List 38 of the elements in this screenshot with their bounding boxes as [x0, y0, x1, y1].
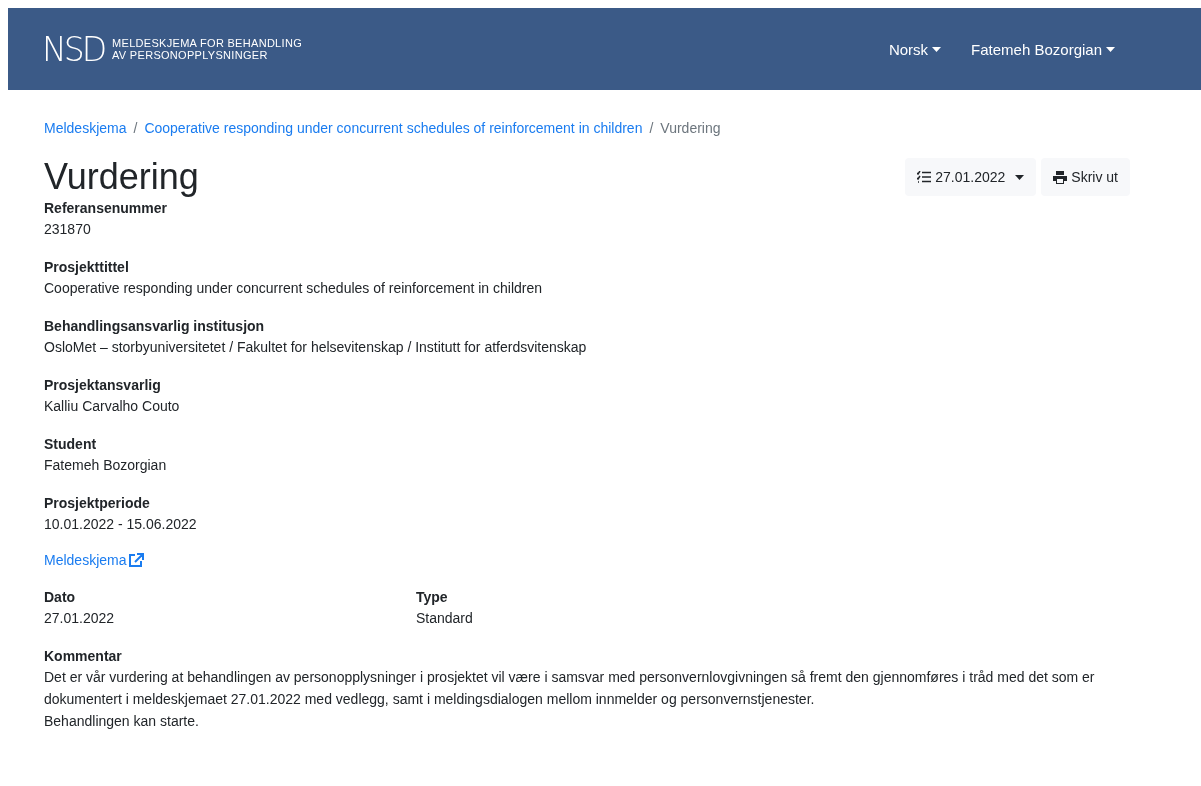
breadcrumb-current: Vurdering	[660, 120, 721, 136]
field-label: Referansenummer	[44, 199, 168, 218]
field-label: Behandlingsansvarlig institusjon	[44, 317, 266, 336]
menu-dropdown[interactable]: Fatemeh Bozorgian	[971, 40, 1115, 58]
field-value: 27.01.2022	[44, 609, 116, 628]
caret-icon	[1015, 174, 1025, 180]
field-label: Dato	[44, 588, 77, 607]
field-label: Prosjektperiode	[44, 494, 151, 513]
breadcrumb-separator: /	[133, 120, 138, 136]
field-label: Kommentar	[44, 647, 123, 666]
logo: NSD	[42, 29, 105, 69]
field-value: 231870	[44, 220, 92, 239]
field-value: Kalliu Carvalho Couto	[44, 397, 181, 416]
field-value: Cooperative responding under concurrent schedules of reinforcement in children	[44, 279, 544, 298]
app-title: MELDESKJEMA FOR BEHANDLING AV PERSONOPPLYSNINGER	[112, 37, 302, 61]
comment-text: Det er vår vurdering at behandlingen av personopplysninger i prosjektet vil være i samsvar med personvernlovgivningen så fremt den gjennomføres i tråd med det som er dokumentert i meldeskjemaet 27.01.2022 med vedlegg, samt i meldingsdialogen mellom innmelder og personvernstjenester.	[44, 668, 1096, 709]
printer-icon	[1053, 170, 1068, 184]
breadcrumb-link[interactable]: Cooperative responding under concurrent schedules of reinforcement in children	[144, 120, 643, 136]
caret-icon	[1106, 46, 1115, 52]
field-value: 10.01.2022 - 15.06.2022	[44, 515, 198, 534]
field-value: OsloMet – storbyuniversitetet / Fakultet for helsevitenskap / Institutt for atferdsvitenskap	[44, 338, 588, 357]
form-link[interactable]: Meldeskjema	[44, 552, 145, 568]
caret-icon	[932, 46, 942, 52]
version-dropdown[interactable]: 27.01.2022	[905, 158, 1037, 196]
field-label: Prosjekttittel	[44, 258, 130, 277]
breadcrumb-separator: /	[649, 120, 654, 136]
field-label: Type	[416, 588, 449, 607]
print-button[interactable]: Skriv ut	[1041, 158, 1130, 196]
breadcrumb-link[interactable]: Meldeskjema	[44, 120, 127, 136]
field-label: Student	[44, 435, 98, 454]
field-value: Fatemeh Bozorgian	[44, 456, 168, 475]
external-link-icon	[129, 553, 145, 567]
page-title: Vurdering	[44, 156, 199, 198]
comment-text: Behandlingen kan starte.	[44, 712, 200, 731]
menu-dropdown[interactable]: Norsk	[888, 40, 942, 58]
field-label: Prosjektansvarlig	[44, 376, 162, 395]
list-check-icon	[917, 171, 932, 183]
field-value: Standard	[416, 609, 474, 628]
